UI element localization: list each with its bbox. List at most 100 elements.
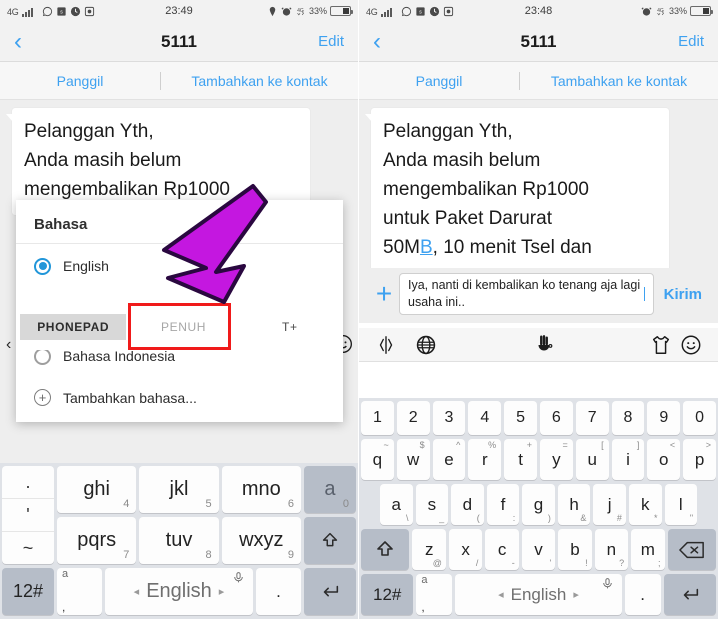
shift-key[interactable] — [303, 517, 356, 564]
message-bubble[interactable]: Pelanggan Yth, Anda masih belum mengemba… — [6, 108, 310, 215]
space-key[interactable]: ◂ English ▸ — [455, 574, 622, 615]
backspace-key[interactable] — [667, 529, 717, 570]
key-ghi[interactable]: ghi 4 — [57, 466, 137, 513]
message-bubble[interactable]: Pelanggan Yth, Anda masih belum mengemba… — [365, 108, 669, 273]
add-contact-button[interactable]: Tambahkan ke kontak — [161, 73, 358, 89]
mode-phonepad[interactable]: PHONEPAD — [20, 314, 127, 340]
call-button[interactable]: Panggil — [359, 73, 519, 89]
key-i[interactable]: i] — [611, 439, 645, 480]
attach-plus-button[interactable]: + — [369, 280, 399, 308]
key-jkl[interactable]: jkl 5 — [139, 466, 219, 513]
radio-selected-icon[interactable] — [34, 257, 51, 275]
key-l[interactable]: l " — [664, 484, 698, 525]
key-6[interactable]: 6 — [539, 401, 573, 435]
key-w[interactable]: w $ — [396, 439, 430, 480]
key-9[interactable]: 9 — [647, 401, 681, 435]
message-link[interactable]: B — [420, 237, 433, 258]
add-language-item[interactable]: + Tambahkan bahasa... — [16, 378, 343, 422]
language-option-english[interactable]: English — [16, 244, 343, 288]
key-alt-label: a — [421, 574, 428, 586]
key-b[interactable]: b! — [558, 529, 592, 570]
call-button[interactable]: Panggil — [0, 73, 160, 89]
key-sublabel: < — [669, 440, 676, 450]
key-q[interactable]: q ~ — [361, 439, 394, 480]
mic-icon[interactable] — [232, 571, 245, 584]
apostrophe-key[interactable]: ' — [2, 499, 54, 532]
dot-key[interactable]: . — [2, 466, 54, 499]
key-x[interactable]: x / — [448, 529, 483, 570]
key-2[interactable]: 2 — [396, 401, 430, 435]
shift-key[interactable] — [361, 529, 410, 570]
send-button[interactable]: Kirim — [654, 286, 708, 303]
theme-shirt-icon[interactable] — [650, 334, 672, 356]
battery-percent-label: 33% — [668, 6, 687, 16]
globe-icon[interactable] — [415, 334, 437, 356]
edit-button[interactable]: Edit — [678, 33, 704, 50]
key-mno[interactable]: mno 6 — [221, 466, 301, 513]
key-m[interactable]: m; — [631, 529, 665, 570]
mic-icon[interactable] — [601, 577, 614, 590]
key-k[interactable]: k * — [628, 484, 662, 525]
key-a[interactable]: a \ — [380, 484, 413, 525]
key-o[interactable]: o < — [647, 439, 681, 480]
key-d[interactable]: d( — [451, 484, 484, 525]
comma-key[interactable]: a , — [57, 568, 102, 615]
back-button[interactable]: ‹ — [373, 29, 381, 54]
key-1[interactable]: 1 — [361, 401, 394, 435]
prev-language-arrow[interactable]: ◂ — [127, 585, 147, 598]
key-r[interactable]: r% — [468, 439, 502, 480]
enter-key[interactable] — [304, 568, 356, 615]
key-h[interactable]: h & — [557, 484, 591, 525]
message-input[interactable]: Iya, nanti di kembalikan ko tenang aja l… — [399, 273, 654, 315]
emoji-icon[interactable] — [680, 334, 702, 356]
key-5[interactable]: 5 — [504, 401, 537, 435]
enter-key[interactable] — [663, 574, 717, 615]
radio-unselected-icon[interactable] — [34, 347, 51, 365]
key-g[interactable]: g) — [522, 484, 555, 525]
tilde-key[interactable]: ~ — [2, 532, 54, 564]
period-key[interactable]: . — [624, 574, 661, 615]
key-tuv[interactable]: tuv 8 — [139, 517, 219, 564]
numsym-key[interactable]: 12# — [2, 568, 54, 615]
key-y[interactable]: y = — [539, 439, 573, 480]
key-z[interactable]: z @ — [412, 529, 446, 570]
punctuation-column-key[interactable]: . ' ~ — [2, 466, 54, 564]
key-0[interactable]: 0 — [683, 401, 716, 435]
space-key[interactable]: ◂ English ▸ — [105, 568, 253, 615]
comma-key[interactable]: a , — [416, 574, 453, 615]
key-a-zero[interactable]: a0 — [303, 466, 356, 513]
mode-penuh[interactable]: PENUH — [130, 320, 236, 334]
key-3[interactable]: 3 — [432, 401, 466, 435]
numsym-key[interactable]: 12# — [361, 574, 414, 615]
add-contact-button[interactable]: Tambahkan ke kontak — [520, 73, 718, 89]
period-key[interactable]: . — [256, 568, 301, 615]
key-7[interactable]: 7 — [575, 401, 609, 435]
next-language-arrow[interactable]: ▸ — [566, 588, 586, 601]
key-f[interactable]: f: — [486, 484, 520, 525]
key-n[interactable]: n? — [594, 529, 629, 570]
mode-tplus[interactable]: T+ — [237, 320, 343, 334]
key-e[interactable]: e ^ — [432, 439, 466, 480]
t9-row-1: ghi 4 jkl 5 mno 6 a0 — [57, 466, 356, 513]
cursor-move-icon[interactable] — [375, 334, 397, 356]
key-c[interactable]: c- — [485, 529, 519, 570]
key-wxyz[interactable]: wxyz 9 — [221, 517, 301, 564]
key-j[interactable]: j # — [593, 484, 626, 525]
key-8[interactable]: 8 — [611, 401, 645, 435]
key-s[interactable]: s _ — [415, 484, 449, 525]
key-pqrs[interactable]: pqrs 7 — [57, 517, 137, 564]
edit-button[interactable]: Edit — [318, 33, 344, 50]
message-line-1: Pelanggan Yth, — [383, 121, 513, 142]
handwriting-icon[interactable] — [533, 334, 555, 356]
next-language-arrow[interactable]: ▸ — [212, 585, 232, 598]
alarm-icon — [281, 6, 292, 16]
key-u[interactable]: u[ — [575, 439, 609, 480]
prev-language-arrow[interactable]: ◂ — [491, 588, 511, 601]
key-t[interactable]: t + — [504, 439, 537, 480]
phonepad-keyboard: . ' ~ ghi 4 jkl 5 mno 6 a0 pqrs 7 tuv 8 wxyz 9 — [0, 463, 358, 619]
key-p[interactable]: p > — [683, 439, 716, 480]
key-v[interactable]: v ' — [521, 529, 556, 570]
back-button[interactable]: ‹ — [14, 29, 22, 54]
cursor-move-icon[interactable]: ‹ — [6, 336, 11, 354]
key-4[interactable]: 4 — [468, 401, 502, 435]
